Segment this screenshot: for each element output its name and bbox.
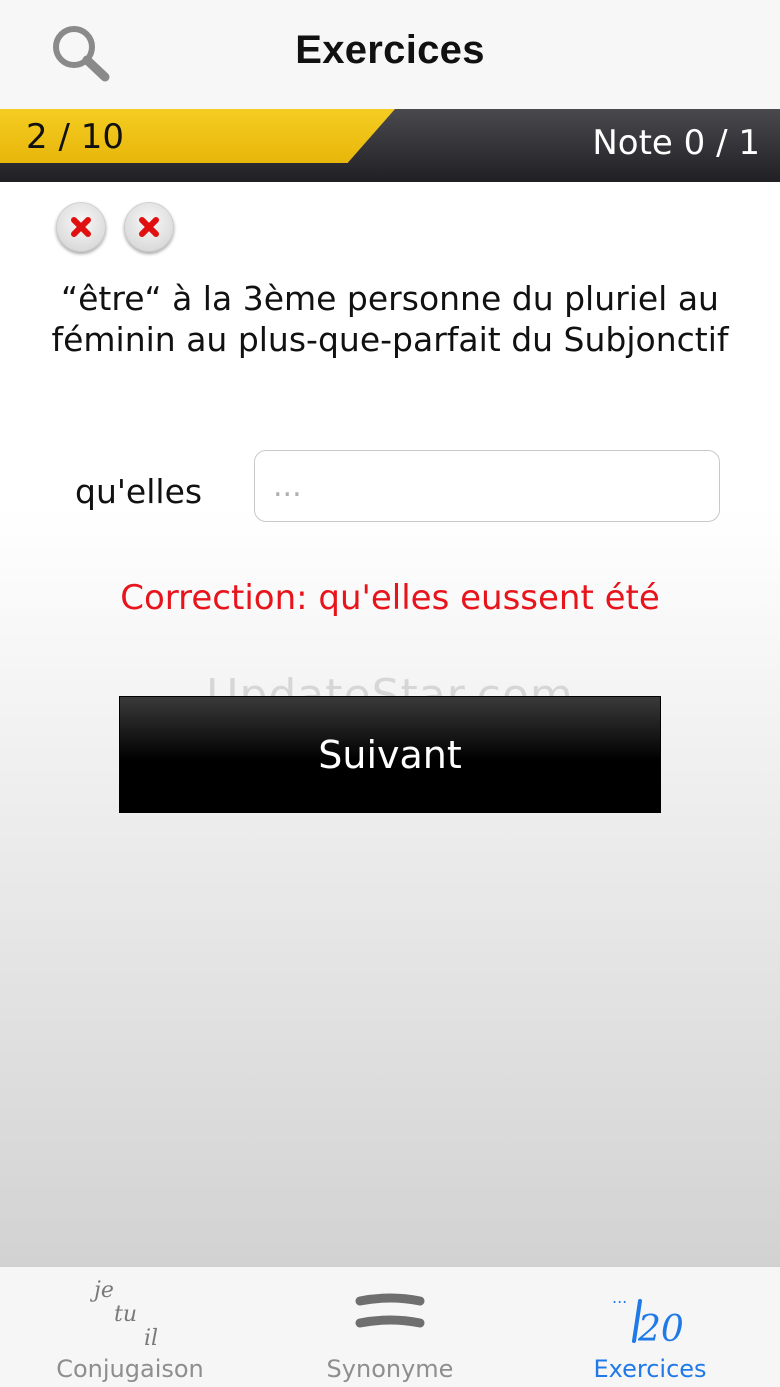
navigation-bar: Exercices [0,0,780,110]
tab-label: Exercices [593,1355,707,1383]
wrong-mark-icon [139,217,159,237]
svg-text:tu: tu [114,1302,137,1327]
wrong-mark [124,202,174,252]
equals-icon [355,1293,425,1328]
exercise-panel: “être“ à la 3ème personne du pluriel au … [0,182,780,1266]
tab-conjugaison[interactable]: je tu il Conjugaison [0,1267,260,1387]
correction-text: Correction: qu'elles eussent été [120,578,660,618]
page-title: Exercices [295,28,485,72]
question-text: “être“ à la 3ème personne du pluriel au … [51,279,729,359]
conjugation-icon: je tu il [89,1278,158,1351]
score-icon: ... 20 [612,1288,684,1350]
next-button[interactable]: Suivant [119,696,661,813]
tab-synonyme[interactable]: Synonyme [260,1267,520,1387]
svg-text:...: ... [612,1288,627,1307]
attempt-marks [56,202,174,252]
progress-bar: 2 / 10 Note 0 / 1 [0,109,780,182]
svg-text:je: je [89,1278,114,1303]
svg-text:il: il [144,1326,158,1351]
progress-counter: 2 / 10 [26,117,124,157]
wrong-mark [56,202,106,252]
svg-text:20: 20 [637,1309,684,1350]
tab-exercices[interactable]: ... 20 Exercices [520,1267,780,1387]
wrong-mark-icon [71,217,91,237]
tab-label: Conjugaison [56,1355,204,1383]
score-label: Note 0 / 1 [592,123,760,163]
pronoun-label: qu'elles [75,472,203,511]
tab-label: Synonyme [326,1355,454,1383]
answer-input[interactable] [254,450,720,522]
tab-bar: je tu il Conjugaison Synonyme ... 20 Exe… [0,1266,780,1387]
